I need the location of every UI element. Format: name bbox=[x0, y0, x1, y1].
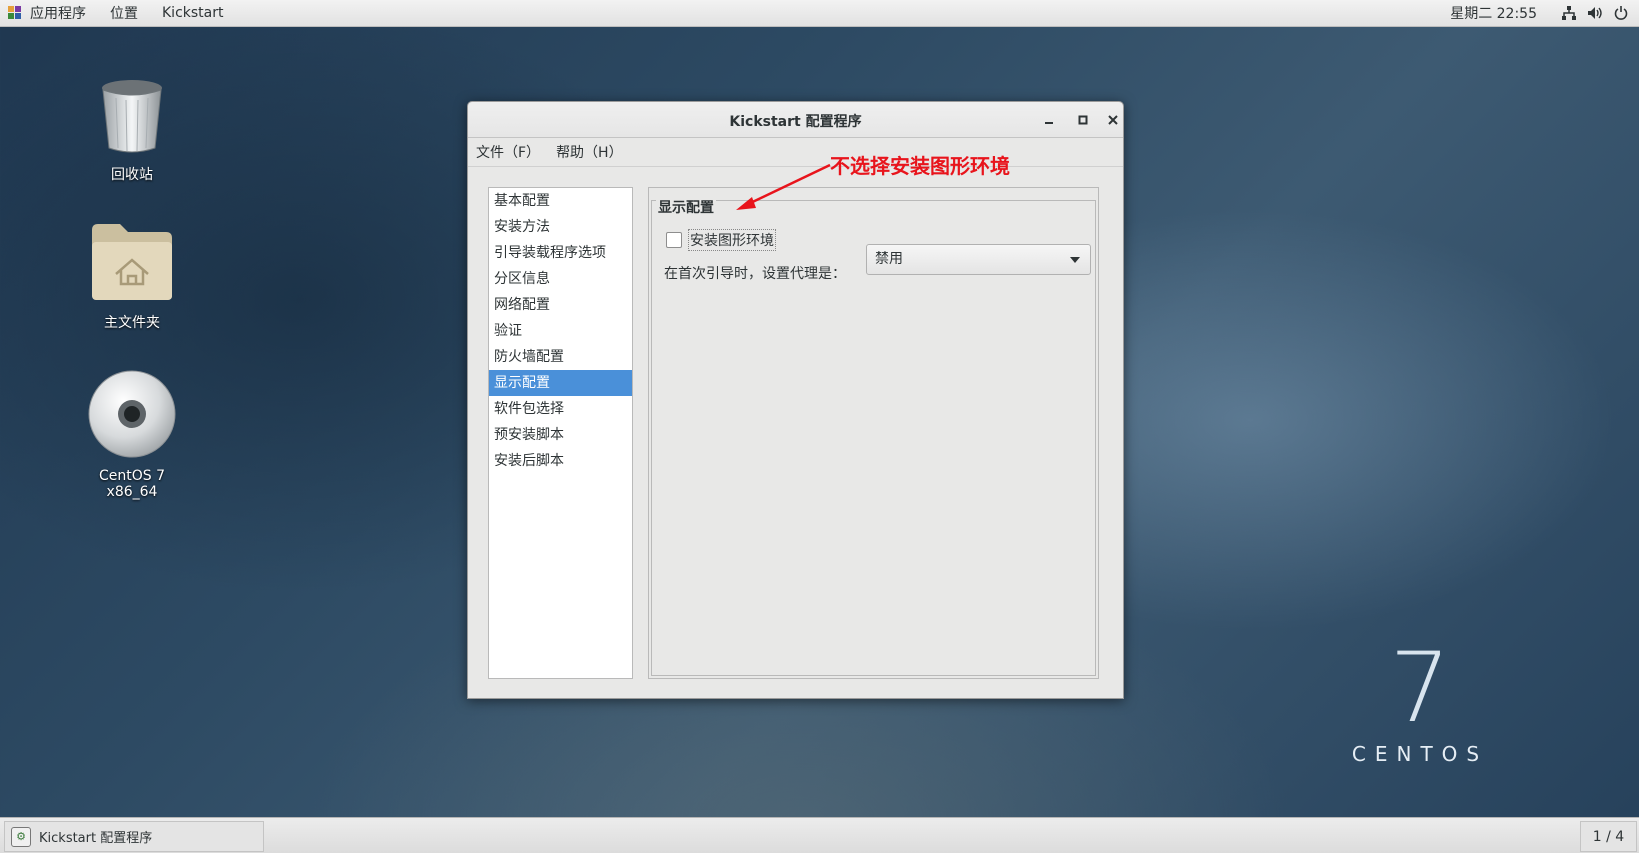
annotation-arrow bbox=[736, 163, 831, 210]
taskbar-item-label: Kickstart 配置程序 bbox=[39, 831, 153, 846]
taskbar-kickstart-item[interactable]: ⚙ Kickstart 配置程序 bbox=[4, 821, 264, 852]
bottom-taskbar: ⚙ Kickstart 配置程序 1 / 4 bbox=[0, 817, 1639, 853]
workspace-pager[interactable]: 1 / 4 bbox=[1580, 821, 1637, 852]
kickstart-app-icon: ⚙ bbox=[11, 826, 31, 847]
annotation-text: 不选择安装图形环境 bbox=[830, 154, 1010, 178]
